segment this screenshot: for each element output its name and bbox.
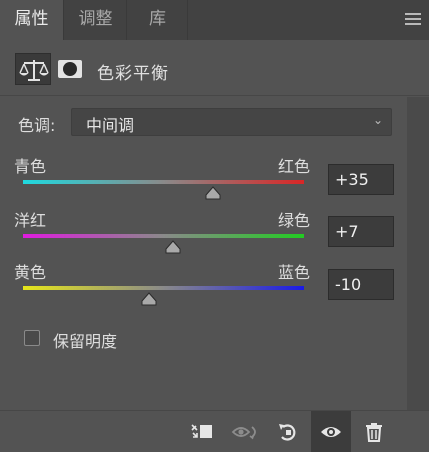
slider-magenta-green: 洋红 绿色	[14, 207, 314, 257]
tone-dropdown[interactable]: 中间调 ⌄	[71, 108, 392, 136]
preserve-luminosity-label: 保留明度	[53, 332, 118, 351]
yellow-blue-value-input[interactable]: -10	[328, 269, 394, 300]
slider-track[interactable]	[23, 180, 304, 184]
hamburger-menu-icon[interactable]	[405, 13, 421, 27]
delete-trash-icon	[366, 423, 382, 442]
magenta-green-value-input[interactable]: +7	[328, 216, 394, 247]
tone-selected-value: 中间调	[86, 116, 135, 135]
clip-to-layer-icon	[191, 424, 212, 438]
slider-cyan-red: 青色 红色	[14, 153, 314, 203]
tab-properties[interactable]: 属性	[0, 0, 64, 40]
cyan-red-value-input[interactable]: +35	[328, 164, 394, 195]
delete-button[interactable]	[354, 411, 394, 452]
slider-yellow-blue: 黄色 蓝色	[14, 259, 314, 309]
layer-mask-button[interactable]	[55, 53, 85, 85]
reset-icon	[279, 424, 296, 441]
balance-scale-icon	[19, 60, 49, 81]
view-previous-state-icon	[231, 426, 256, 440]
slider-thumb[interactable]	[165, 240, 181, 254]
adjustment-type-button[interactable]	[15, 53, 51, 85]
properties-header: 色彩平衡	[0, 40, 429, 96]
slider-thumb[interactable]	[141, 292, 157, 306]
slider-right-label: 绿色	[277, 211, 310, 230]
panel-scrollbar[interactable]	[407, 97, 429, 410]
clip-to-layer-button[interactable]	[182, 411, 222, 452]
visibility-toggle-button[interactable]	[311, 411, 351, 452]
panel-tab-bar: 属性 调整 库	[0, 0, 429, 40]
slider-left-label: 青色	[14, 157, 47, 176]
slider-right-label: 红色	[277, 157, 310, 176]
tab-libraries[interactable]: 库	[128, 0, 188, 40]
tone-label: 色调:	[18, 116, 56, 135]
chevron-down-icon: ⌄	[372, 113, 383, 127]
preserve-luminosity-checkbox[interactable]	[24, 330, 40, 346]
visibility-eye-icon	[321, 427, 341, 437]
tab-adjustments[interactable]: 调整	[65, 0, 127, 40]
reset-button[interactable]	[268, 411, 308, 452]
layer-mask-icon	[58, 60, 82, 78]
slider-left-label: 黄色	[14, 263, 47, 282]
slider-thumb[interactable]	[205, 186, 221, 200]
adjustment-title: 色彩平衡	[97, 64, 169, 84]
view-previous-state-button[interactable]	[225, 411, 265, 452]
slider-track[interactable]	[23, 286, 304, 290]
slider-right-label: 蓝色	[277, 263, 310, 282]
slider-track[interactable]	[23, 234, 304, 238]
panel-footer	[0, 410, 429, 452]
slider-left-label: 洋红	[14, 211, 47, 230]
